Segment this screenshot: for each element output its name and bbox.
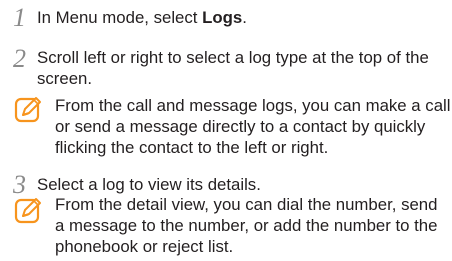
note-2-line-1: From the detail view, you can dial the n… xyxy=(55,195,438,214)
step-3-text: Select a log to view its details. xyxy=(37,175,261,194)
step-1-text: In Menu mode, select Logs. xyxy=(37,8,247,27)
note-1-line-1: From the call and message logs, you can … xyxy=(55,96,451,115)
note-1-line-2: or send a message directly to a contact … xyxy=(55,117,426,136)
logs-menu-label: Logs xyxy=(202,8,243,27)
note-pencil-icon xyxy=(14,97,41,123)
note-1-line-3: flicking the contact to the left or righ… xyxy=(55,138,329,157)
step-2-line-2: screen. xyxy=(37,69,93,88)
note-2-line-2: a message to the number, or add the numb… xyxy=(55,216,438,235)
step-1-number: 1 xyxy=(13,3,26,32)
step-2-number: 2 xyxy=(13,44,26,73)
note-pencil-icon xyxy=(14,198,41,224)
step-3-number: 3 xyxy=(13,170,26,199)
step-2-line-1: Scroll left or right to select a log typ… xyxy=(37,48,429,67)
note-2-line-3: phonebook or reject list. xyxy=(55,237,234,256)
